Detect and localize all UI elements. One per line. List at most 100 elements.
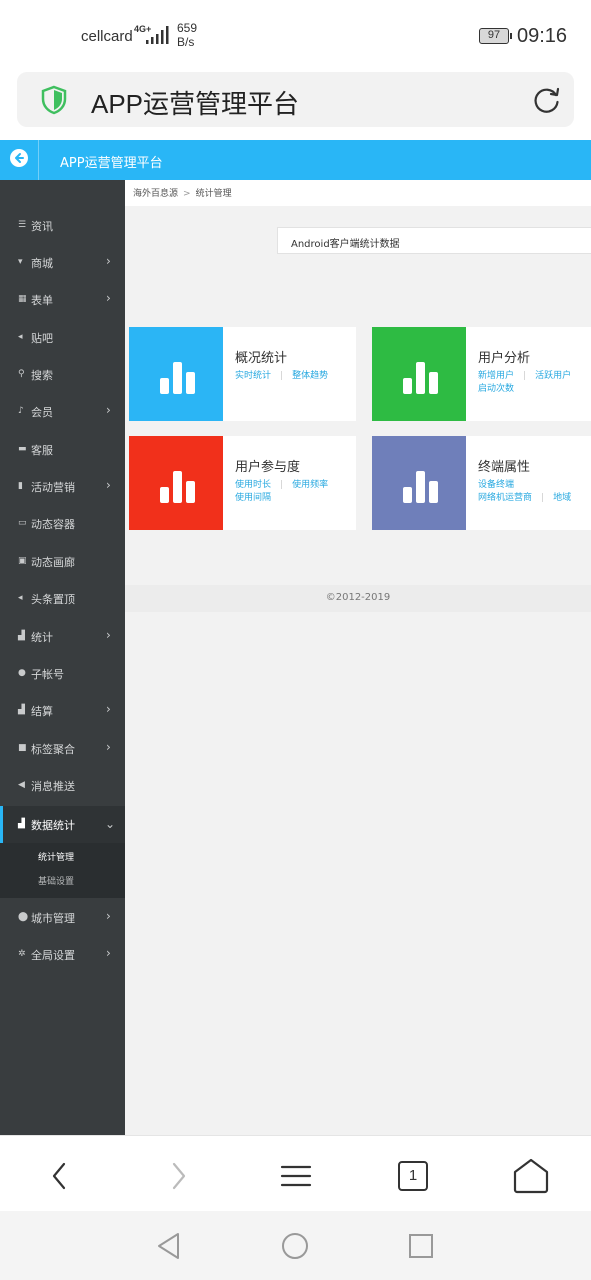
sidebar-item-label: 资讯 xyxy=(31,220,53,233)
card-link[interactable]: 启动次数 xyxy=(478,384,514,394)
bell-icon: ♪ xyxy=(18,406,24,416)
chevron-down-icon: ⌄ xyxy=(105,817,116,831)
network-speed: 659 B/s xyxy=(177,21,197,49)
chevron-right-icon: › xyxy=(106,291,111,305)
card-link[interactable]: 整体趋势 xyxy=(292,371,328,381)
chevron-right-icon: › xyxy=(106,740,111,754)
sidebar-item-label: 表单 xyxy=(31,294,53,307)
sidebar-item-label: 全局设置 xyxy=(31,949,75,962)
sidebar-item-label: 城市管理 xyxy=(31,912,75,925)
comment-icon: ▬ xyxy=(18,444,27,454)
container-icon: ▭ xyxy=(18,518,27,528)
sidebar-item-forum[interactable]: ◂ 贴吧 xyxy=(0,319,125,356)
app-header: APP运营管理平台 xyxy=(0,140,591,180)
card-link[interactable]: 地域 xyxy=(553,493,571,503)
card-user-analysis: 用户分析 新增用户 | 活跃用户 启动次数 xyxy=(372,327,591,421)
sidebar-item-headline[interactable]: ◂ 头条置顶 xyxy=(0,580,125,617)
sidebar-item-mall[interactable]: ▾ 商城 › xyxy=(0,244,125,281)
main-content: 海外百息源 > 统计管理 Android客户端统计数据 概况统计 实时统计 | 整体趋势 xyxy=(125,180,591,1135)
sidebar-item-label: 统计 xyxy=(31,631,53,644)
back-circle-icon[interactable] xyxy=(10,149,28,167)
sidebar-item-label: 活动营销 xyxy=(31,481,75,494)
chevron-right-icon: › xyxy=(106,909,111,923)
sidebar-item-subaccount[interactable]: ● 子帐号 xyxy=(0,655,125,692)
sidebar-item-label: 头条置顶 xyxy=(31,593,75,606)
breadcrumb-home[interactable]: 海外百息源 xyxy=(133,189,178,199)
card-tile[interactable] xyxy=(129,327,223,421)
forward-arrow-icon[interactable] xyxy=(158,1156,198,1196)
card-tile[interactable] xyxy=(372,327,466,421)
sidebar-item-label: 标签聚合 xyxy=(31,743,75,756)
chevron-right-icon: › xyxy=(106,254,111,268)
bookmark-icon: ▮ xyxy=(18,481,23,491)
breadcrumb: 海外百息源 > 统计管理 xyxy=(125,180,591,206)
card-link[interactable]: 使用间隔 xyxy=(235,493,271,503)
card-title: 终端属性 xyxy=(478,460,531,475)
sidebar-item-label: 动态画廊 xyxy=(31,556,75,569)
card-link[interactable]: 设备终端 xyxy=(478,480,514,490)
card-link[interactable]: 实时统计 xyxy=(235,371,271,381)
card-title: 概况统计 xyxy=(235,351,288,366)
sidebar-item-form[interactable]: ▦ 表单 › xyxy=(0,281,125,318)
tag-icon: ■ xyxy=(18,743,27,753)
list-icon: ☰ xyxy=(18,220,27,230)
square-recents-icon[interactable] xyxy=(406,1231,436,1261)
sidebar-item-stats[interactable]: ▟ 统计 › xyxy=(0,618,125,655)
bar-chart-icon xyxy=(403,362,438,394)
sidebar-item-container[interactable]: ▭ 动态容器 xyxy=(0,505,125,542)
card-link[interactable]: 使用频率 xyxy=(292,480,328,490)
submenu-item-basic-settings[interactable]: 基础设置 xyxy=(38,874,74,887)
submenu-item-stats-management[interactable]: 统计管理 xyxy=(38,850,74,863)
sidebar-item-label: 消息推送 xyxy=(31,780,75,793)
send-icon: ◀ xyxy=(18,780,25,790)
sidebar-item-label: 结算 xyxy=(31,705,53,718)
triangle-back-icon[interactable] xyxy=(154,1231,184,1261)
sidebar-item-label: 搜索 xyxy=(31,369,53,382)
search-icon: ⚲ xyxy=(18,369,25,379)
sidebar-item-member[interactable]: ♪ 会员 › xyxy=(0,393,125,430)
sidebar-item-service[interactable]: ▬ 客服 xyxy=(0,431,125,468)
sidebar-item-label: 动态容器 xyxy=(31,518,75,531)
sidebar-item-gallery[interactable]: ▣ 动态画廊 xyxy=(0,543,125,580)
bar-chart-icon: ▟ xyxy=(18,705,25,715)
clock: 09:16 xyxy=(517,25,568,47)
sidebar-item-data-stats[interactable]: ▟ 数据统计 ⌄ xyxy=(0,806,125,843)
megaphone-icon: ◂ xyxy=(18,332,23,342)
sidebar-item-tags[interactable]: ■ 标签聚合 › xyxy=(0,730,125,767)
gear-icon: ✲ xyxy=(18,949,26,959)
back-arrow-icon[interactable] xyxy=(40,1156,80,1196)
sidebar-item-news[interactable]: ☰ 资讯 xyxy=(0,207,125,244)
card-link[interactable]: 活跃用户 xyxy=(535,371,571,381)
sidebar-item-marketing[interactable]: ▮ 活动营销 › xyxy=(0,468,125,505)
card-overview: 概况统计 实时统计 | 整体趋势 xyxy=(129,327,356,421)
battery-indicator: 97 xyxy=(479,28,512,44)
tabs-icon[interactable]: 1 xyxy=(393,1156,433,1196)
card-tile[interactable] xyxy=(129,436,223,530)
sidebar-item-label: 商城 xyxy=(31,257,53,270)
footer: ©2012-2019 xyxy=(125,585,591,612)
card-link[interactable]: 新增用户 xyxy=(478,371,514,381)
card-link[interactable]: 使用时长 xyxy=(235,480,271,490)
menu-icon[interactable] xyxy=(276,1156,316,1196)
app-title: APP运营管理平台 xyxy=(60,156,163,171)
sidebar-item-settlement[interactable]: ▟ 结算 › xyxy=(0,692,125,729)
sidebar-item-city[interactable]: ⬤ 城市管理 › xyxy=(0,899,125,936)
bar-chart-icon xyxy=(160,471,195,503)
home-icon[interactable] xyxy=(511,1156,551,1196)
card-tile[interactable] xyxy=(372,436,466,530)
card-link[interactable]: 网络机运营商 xyxy=(478,493,532,503)
form-icon: ▦ xyxy=(18,294,27,304)
platform-select[interactable]: Android客户端统计数据 xyxy=(277,227,591,254)
chevron-right-icon: › xyxy=(106,478,111,492)
header-divider xyxy=(38,140,39,180)
reload-icon[interactable] xyxy=(532,85,562,115)
chevron-right-icon: › xyxy=(106,702,111,716)
sidebar-item-global-settings[interactable]: ✲ 全局设置 › xyxy=(0,936,125,973)
sidebar-item-push[interactable]: ◀ 消息推送 xyxy=(0,767,125,804)
page-title: APP运营管理平台 xyxy=(91,89,300,119)
speaker-icon: ◂ xyxy=(18,593,23,603)
sidebar-item-search[interactable]: ⚲ 搜索 xyxy=(0,356,125,393)
circle-home-icon[interactable] xyxy=(280,1231,310,1261)
platform-select-value: Android客户端统计数据 xyxy=(291,239,400,250)
address-bar[interactable]: APP运营管理平台 xyxy=(17,72,574,127)
